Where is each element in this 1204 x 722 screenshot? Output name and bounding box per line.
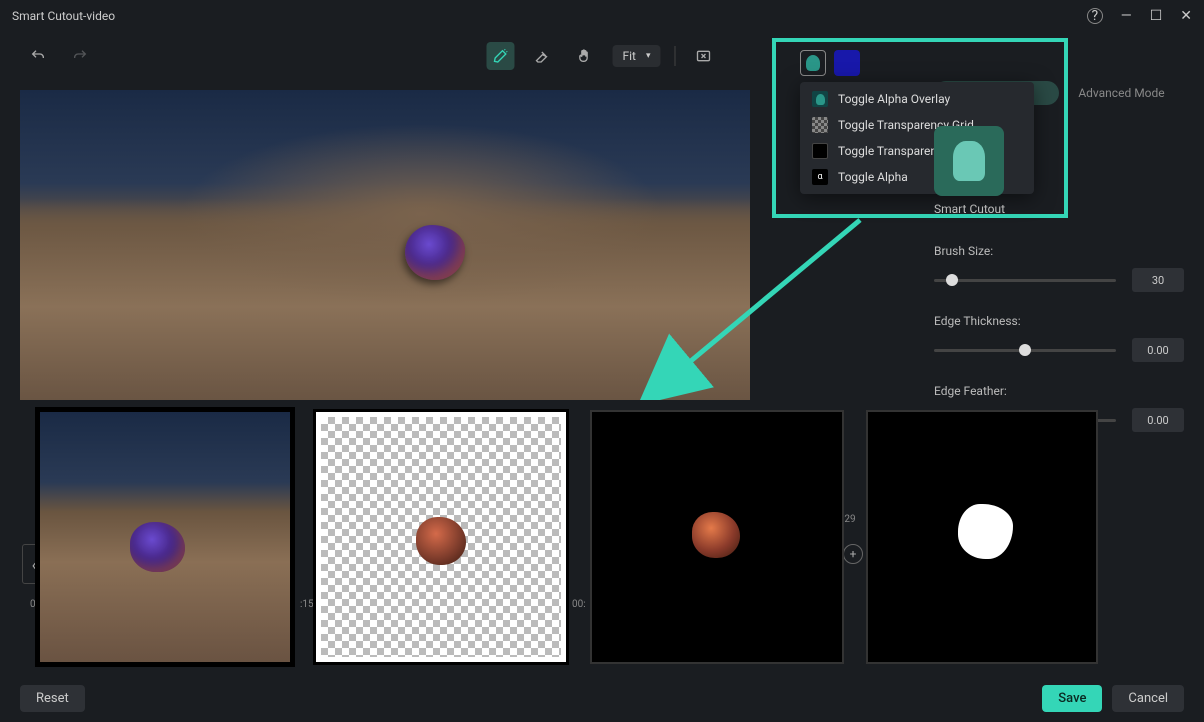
menu-item-label: Toggle Alpha Overlay [838,92,950,106]
maximize-icon[interactable]: ☐ [1150,8,1163,24]
menu-item-alpha-overlay[interactable]: Toggle Alpha Overlay [800,86,1034,112]
param-label: Edge Thickness: [934,314,1184,328]
window-title: Smart Cutout-video [12,9,115,23]
thumb-alpha[interactable] [868,412,1096,662]
thumb-original[interactable] [40,412,290,662]
menu-item-label: Toggle Alpha [838,170,908,184]
help-icon[interactable]: ? [1087,8,1103,24]
minimize-icon[interactable]: — [1121,8,1132,24]
compare-button[interactable] [690,42,718,70]
redo-button[interactable] [66,42,94,70]
eraser-button[interactable] [528,42,556,70]
tile-label: Smart Cutout [934,202,1184,216]
main-preview[interactable] [20,90,750,400]
thumb-transparency-grid[interactable] [316,412,566,662]
param-label: Brush Size: [934,244,1184,258]
chevron-down-icon: ▾ [646,51,651,61]
magic-brush-button[interactable] [486,42,514,70]
advanced-mode-tab[interactable]: Advanced Mode [1059,81,1184,105]
param-edge-thickness: Edge Thickness: 0.00 [934,314,1184,362]
param-label: Edge Feather: [934,384,1184,398]
cancel-button[interactable]: Cancel [1112,685,1184,712]
param-brush-size: Brush Size: 30 [934,244,1184,292]
overlay-person-button[interactable] [800,50,826,76]
overlay-blue-button[interactable] [834,50,860,76]
pan-button[interactable] [570,42,598,70]
black-square-icon [812,143,828,159]
window-controls: ? — ☐ ✕ [1087,8,1192,24]
edge-thickness-value[interactable]: 0.00 [1132,338,1184,362]
toolbar: Fit ▾ [0,32,1204,80]
save-button[interactable]: Save [1042,685,1102,712]
smart-cutout-tile[interactable] [934,126,1004,196]
brush-size-value[interactable]: 30 [1132,268,1184,292]
zoom-value: Fit [622,49,635,63]
checker-grid-icon [812,117,828,133]
person-silhouette-icon [812,91,828,107]
reset-button[interactable]: Reset [20,685,85,712]
thumb-transparency-black[interactable] [592,412,842,662]
edge-thickness-slider[interactable] [934,349,1116,352]
edge-feather-value[interactable]: 0.00 [1132,408,1184,432]
brush-size-slider[interactable] [934,279,1116,282]
zoom-select[interactable]: Fit ▾ [612,45,660,67]
alpha-icon: α [812,169,828,185]
toolbar-separator [675,46,676,66]
close-icon[interactable]: ✕ [1180,8,1192,24]
footer: Reset Save Cancel [0,674,1204,722]
overlay-thumbnails [40,412,1096,662]
undo-button[interactable] [24,42,52,70]
titlebar: Smart Cutout-video ? — ☐ ✕ [0,0,1204,32]
